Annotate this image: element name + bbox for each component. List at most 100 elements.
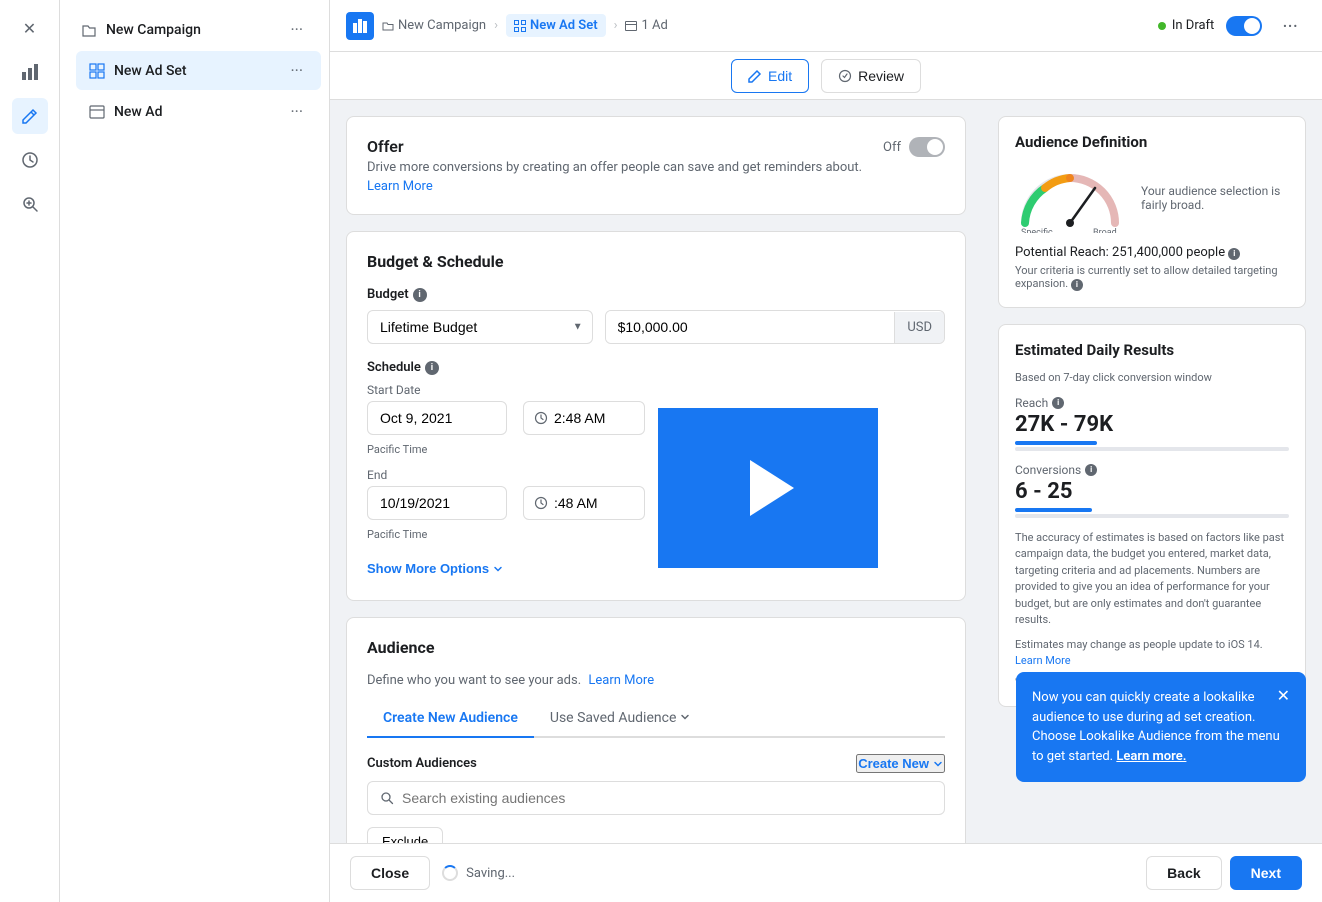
tooltip-close-button[interactable]: ✕	[1277, 688, 1290, 704]
nav-ad-label: New Ad	[114, 104, 162, 120]
edit-icon[interactable]	[12, 98, 48, 134]
audience-definition-card: Audience Definition	[998, 116, 1306, 308]
breadcrumb-sep-1: ›	[494, 18, 498, 33]
conversions-bar	[1015, 508, 1092, 512]
gauge-description: Your audience selection is fairly broad.	[1141, 184, 1289, 212]
search-icon	[380, 791, 394, 805]
close-button[interactable]: Close	[350, 856, 430, 890]
sidebar-item-new-ad-set[interactable]: New Ad Set ···	[76, 51, 321, 90]
offer-toggle-switch[interactable]	[909, 137, 945, 157]
estimated-results-subtitle: Based on 7-day click conversion window	[1015, 371, 1289, 384]
breadcrumb-ad-set[interactable]: New Ad Set	[506, 14, 606, 37]
tab-create-new-audience[interactable]: Create New Audience	[367, 700, 534, 738]
clock-icon-start	[534, 411, 548, 425]
start-time-wrap	[523, 401, 645, 435]
close-icon[interactable]: ✕	[12, 10, 48, 46]
offer-toggle-area: Off	[883, 137, 945, 157]
sidebar-item-new-ad[interactable]: New Ad ···	[76, 92, 321, 131]
reach-metric: Reach i 27K - 79K	[1015, 396, 1289, 451]
breadcrumb: New Campaign › New Ad Set › 1 Ad	[346, 12, 668, 40]
search-audiences-wrap	[367, 781, 945, 815]
end-date-input[interactable]	[367, 486, 507, 520]
conversions-metric-info-icon[interactable]: i	[1085, 464, 1097, 476]
review-button[interactable]: Review	[821, 59, 921, 93]
end-time-wrap	[523, 486, 645, 520]
start-timezone: Pacific Time	[367, 443, 945, 456]
back-button[interactable]: Back	[1146, 856, 1221, 890]
criteria-note: Your criteria is currently set to allow …	[1015, 264, 1289, 291]
facebook-ads-logo	[346, 12, 374, 40]
ios-note: Estimates may change as people update to…	[1015, 637, 1289, 670]
audience-learn-more[interactable]: Learn More	[588, 673, 654, 688]
chart-icon[interactable]	[12, 54, 48, 90]
chevron-down-icon-saved	[680, 712, 690, 722]
schedule-info-icon[interactable]: i	[425, 361, 439, 375]
budget-type-select[interactable]: Lifetime Budget Daily Budget	[367, 310, 593, 344]
estimated-results-card: Estimated Daily Results Based on 7-day c…	[998, 324, 1306, 707]
history-icon[interactable]	[12, 142, 48, 178]
audience-description: Define who you want to see your ads. Lea…	[367, 673, 945, 688]
estimated-results-title: Estimated Daily Results	[1015, 341, 1289, 359]
ios-learn-more-link[interactable]: Learn More	[1015, 654, 1071, 667]
potential-reach: Potential Reach: 251,400,000 people i	[1015, 245, 1289, 260]
topbar: New Campaign › New Ad Set › 1 Ad In Draf…	[330, 0, 1322, 52]
chevron-down-icon	[493, 564, 503, 574]
edit-button[interactable]: Edit	[731, 59, 809, 93]
draft-toggle[interactable]	[1226, 16, 1262, 36]
form-area: Offer Drive more conversions by creating…	[330, 100, 982, 843]
exclude-button[interactable]: Exclude	[367, 827, 443, 843]
budget-row: Lifetime Budget Daily Budget ▼ USD	[367, 310, 945, 344]
start-date-label: Start Date	[367, 383, 945, 397]
budget-currency: USD	[894, 312, 944, 343]
topbar-more-menu[interactable]: ···	[1274, 10, 1306, 42]
conversions-bar-bg	[1015, 514, 1289, 518]
budget-schedule-card: Budget & Schedule Budget i Lifetime Budg…	[346, 231, 966, 601]
offer-learn-more[interactable]: Learn More	[367, 179, 433, 194]
end-date-row: End Pacific Time	[367, 468, 945, 541]
nav-ad-more[interactable]: ···	[284, 100, 309, 123]
audience-card: Audience Define who you want to see your…	[346, 617, 966, 843]
nav-ad-set-more[interactable]: ···	[284, 59, 309, 82]
budget-type-select-wrapper: Lifetime Budget Daily Budget ▼	[367, 310, 593, 344]
tab-use-saved-audience[interactable]: Use Saved Audience	[534, 700, 706, 738]
reach-bar	[1015, 441, 1097, 445]
breadcrumb-ad[interactable]: 1 Ad	[625, 18, 667, 33]
budget-info-icon[interactable]: i	[413, 288, 427, 302]
conversions-metric: Conversions i 6 - 25	[1015, 463, 1289, 518]
audience-title: Audience	[367, 638, 945, 657]
breadcrumb-sep-2: ›	[614, 18, 618, 33]
next-button[interactable]: Next	[1230, 856, 1302, 890]
footer-right: Back Next	[1146, 856, 1302, 890]
sidebar: ✕	[0, 0, 60, 902]
gauge-container: Specific Broad Your audience selection i…	[1015, 163, 1289, 233]
sidebar-item-new-campaign[interactable]: New Campaign ···	[68, 10, 321, 49]
show-more-options-button[interactable]: Show More Options	[367, 557, 503, 580]
audience-definition-title: Audience Definition	[1015, 133, 1289, 151]
audience-tabs: Create New Audience Use Saved Audience	[367, 700, 945, 738]
lookalike-learn-more-link[interactable]: Learn more.	[1116, 749, 1186, 764]
reach-value: 27K - 79K	[1015, 412, 1289, 437]
reach-bar-bg	[1015, 447, 1289, 451]
ad-icon	[88, 103, 106, 121]
svg-text:Broad: Broad	[1093, 228, 1117, 233]
nav-campaign-more[interactable]: ···	[284, 18, 309, 41]
budget-amount-input[interactable]	[606, 311, 895, 343]
reach-info-icon[interactable]: i	[1228, 248, 1240, 260]
reach-metric-info-icon[interactable]: i	[1052, 397, 1064, 409]
search-audiences-input[interactable]	[402, 790, 932, 806]
offer-card: Offer Drive more conversions by creating…	[346, 116, 966, 215]
saving-spinner	[442, 865, 458, 881]
start-time-input[interactable]	[554, 410, 634, 426]
end-time-input[interactable]	[554, 495, 634, 511]
status-badge: In Draft	[1158, 18, 1214, 33]
footer: Close Saving... Back Next	[330, 843, 1322, 902]
criteria-info-icon[interactable]: i	[1071, 279, 1083, 291]
start-date-input[interactable]	[367, 401, 507, 435]
saving-indicator: Saving...	[442, 865, 515, 881]
budget-amount-wrap: USD	[605, 310, 945, 344]
nav-panel: New Campaign ··· New Ad Set ··· New Ad ·…	[60, 0, 330, 902]
create-new-audience-button[interactable]: Create New	[856, 754, 945, 773]
budget-section-title: Budget & Schedule	[367, 252, 945, 271]
breadcrumb-campaign[interactable]: New Campaign	[382, 18, 486, 33]
search-zoom-icon[interactable]	[12, 186, 48, 222]
